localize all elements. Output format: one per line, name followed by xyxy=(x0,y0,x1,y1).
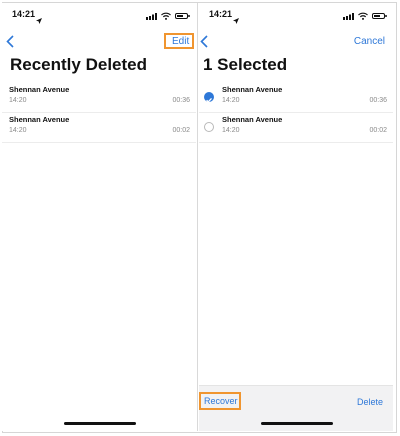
recording-duration: 00:02 xyxy=(172,127,190,134)
panel-divider xyxy=(197,3,198,431)
edit-button-highlight: Edit xyxy=(164,33,194,49)
recording-name: Shennan Avenue xyxy=(9,115,70,124)
selection-circle-icon[interactable] xyxy=(204,122,214,132)
status-icons xyxy=(343,11,387,21)
list-item[interactable]: Shennan Avenue 14:20 00:36 xyxy=(199,83,393,113)
delete-button[interactable]: Delete xyxy=(357,397,383,407)
navigation-bar: Edit xyxy=(2,31,196,53)
recording-time: 14:20 xyxy=(9,97,27,104)
edit-button[interactable]: Edit xyxy=(172,36,189,47)
recording-time: 14:20 xyxy=(222,127,240,134)
page-title: Recently Deleted xyxy=(10,55,147,74)
recover-button[interactable]: Recover xyxy=(204,396,238,406)
status-time: 14:21 xyxy=(209,9,233,19)
home-indicator xyxy=(261,422,333,425)
wifi-icon xyxy=(358,7,368,25)
status-time: 14:21 xyxy=(12,9,36,19)
location-arrow-icon xyxy=(233,11,239,29)
status-bar: 14:21 xyxy=(199,9,393,24)
home-indicator xyxy=(64,422,136,425)
back-chevron-icon[interactable] xyxy=(6,35,18,49)
cellular-signal-icon xyxy=(146,7,157,25)
recording-duration: 00:36 xyxy=(369,97,387,104)
list-item[interactable]: Shennan Avenue 14:20 00:02 xyxy=(199,113,393,143)
recording-duration: 00:36 xyxy=(172,97,190,104)
page-title: 1 Selected xyxy=(203,55,288,74)
list-item[interactable]: Shennan Avenue 14:20 00:02 xyxy=(2,113,196,143)
cellular-signal-icon xyxy=(343,7,354,25)
recording-time: 14:20 xyxy=(222,97,240,104)
status-bar: 14:21 xyxy=(2,9,196,24)
recording-time: 14:20 xyxy=(9,127,27,134)
battery-icon xyxy=(175,13,190,19)
wifi-icon xyxy=(161,7,171,25)
status-icons xyxy=(146,11,190,21)
recordings-list: Shennan Avenue 14:20 00:36 Shennan Avenu… xyxy=(2,83,196,143)
recordings-list: Shennan Avenue 14:20 00:36 Shennan Avenu… xyxy=(199,83,393,143)
list-item[interactable]: Shennan Avenue 14:20 00:36 xyxy=(2,83,196,113)
cancel-button[interactable]: Cancel xyxy=(354,36,385,47)
bottom-toolbar: Recover Delete xyxy=(199,385,393,431)
location-arrow-icon xyxy=(36,11,42,29)
checkmark-icon[interactable] xyxy=(204,92,214,103)
recording-name: Shennan Avenue xyxy=(222,115,283,124)
back-chevron-icon[interactable] xyxy=(200,35,212,49)
navigation-bar: Cancel xyxy=(199,31,393,53)
recording-name: Shennan Avenue xyxy=(222,85,283,94)
recently-deleted-screen: 14:21 Edit Recently Deleted Shennan Aven… xyxy=(2,3,196,431)
selection-screen: 14:21 Cancel 1 Selected Shennan Avenue 1… xyxy=(199,3,393,431)
battery-icon xyxy=(372,13,387,19)
recording-duration: 00:02 xyxy=(369,127,387,134)
recording-name: Shennan Avenue xyxy=(9,85,70,94)
recover-button-highlight: Recover xyxy=(199,392,241,410)
